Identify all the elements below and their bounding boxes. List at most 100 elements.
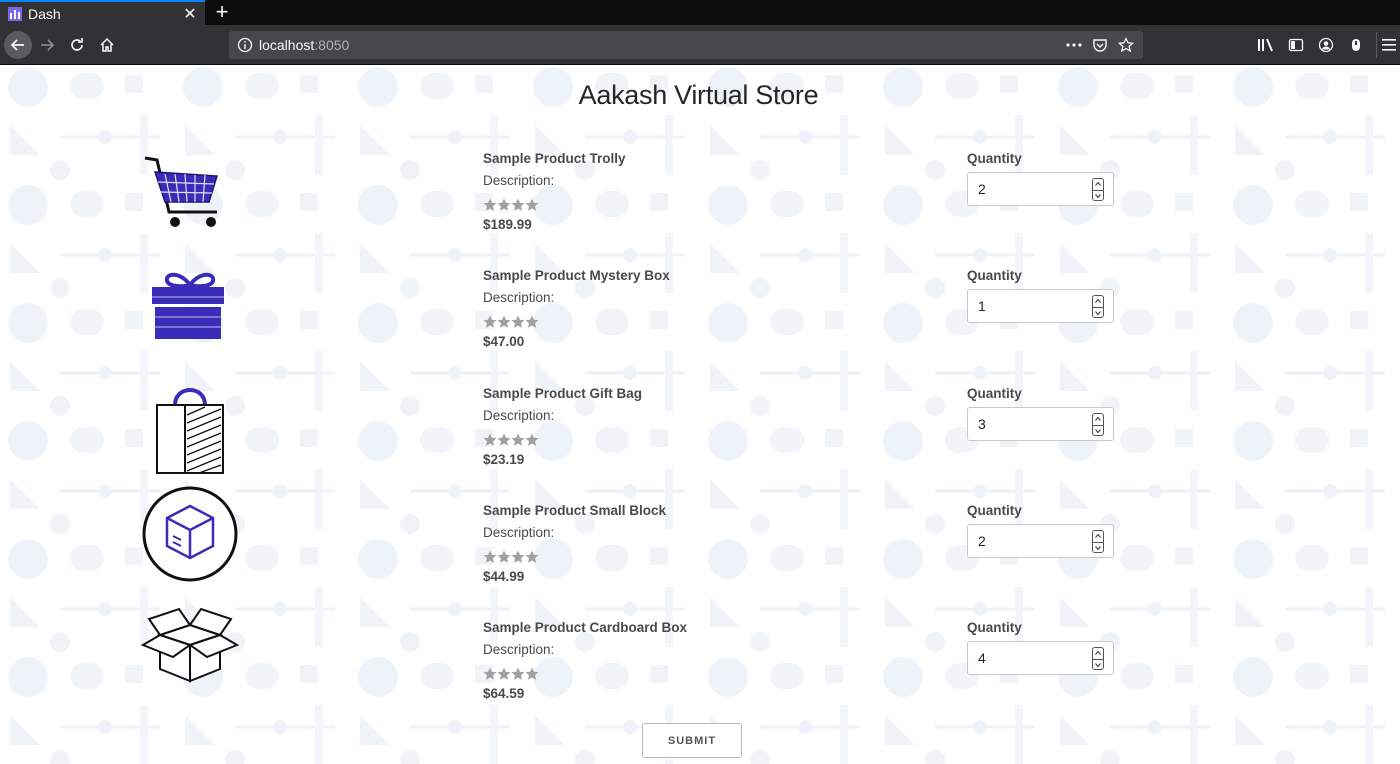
product-info: Sample Product Mystery Box Description: … <box>483 267 883 351</box>
store-page: Aakash Virtual Store Sample Product Trol… <box>0 65 1400 764</box>
cube-circle-icon <box>142 486 238 582</box>
quantity-value: 3 <box>978 416 986 432</box>
tab-title: Dash <box>28 5 61 22</box>
quantity-label: Quantity <box>967 386 1022 401</box>
reload-button[interactable] <box>64 32 90 58</box>
close-tab-icon[interactable]: ✕ <box>179 4 201 24</box>
store-title: Aakash Virtual Store <box>578 80 819 110</box>
product-rating <box>483 429 883 451</box>
url-port: :8050 <box>314 37 350 53</box>
quantity-stepper[interactable] <box>1092 413 1104 436</box>
star-icon <box>525 433 539 446</box>
product-info: Sample Product Small Block Description: … <box>483 502 883 586</box>
product-row: Sample Product Mystery Box Description: … <box>0 267 1400 384</box>
dash-favicon-icon <box>8 6 22 21</box>
quantity-label: Quantity <box>967 268 1022 283</box>
menu-icon <box>1382 39 1396 51</box>
browser-tab[interactable]: Dash ✕ <box>0 0 205 25</box>
star-icon <box>525 315 539 328</box>
quantity-input[interactable]: 4 <box>967 641 1114 675</box>
browser-tab-strip: Dash ✕ + <box>0 0 1400 25</box>
star-icon <box>511 315 525 328</box>
increment-icon[interactable] <box>1093 179 1103 189</box>
quantity-value: 2 <box>978 181 986 197</box>
quantity-input[interactable]: 1 <box>967 289 1114 323</box>
url-host: localhost <box>259 37 315 53</box>
more-icon[interactable] <box>1063 35 1085 55</box>
product-price: $44.99 <box>483 569 525 584</box>
bookmark-star-icon[interactable] <box>1115 35 1137 55</box>
increment-icon[interactable] <box>1093 296 1103 306</box>
star-icon <box>525 550 539 563</box>
quantity-block: Quantity 4 <box>967 619 1114 675</box>
quantity-value: 1 <box>978 298 986 314</box>
decrement-icon[interactable] <box>1093 542 1103 553</box>
product-price: $47.00 <box>483 334 525 349</box>
star-icon <box>483 550 497 563</box>
product-row: Sample Product Trolly Description: $189.… <box>0 150 1400 267</box>
product-price: $64.59 <box>483 686 525 701</box>
quantity-block: Quantity 2 <box>967 502 1114 558</box>
increment-icon[interactable] <box>1093 414 1103 424</box>
quantity-value: 2 <box>978 533 986 549</box>
url-actions <box>1063 35 1137 55</box>
decrement-icon[interactable] <box>1093 425 1103 436</box>
product-rating <box>483 311 883 333</box>
back-button[interactable] <box>4 31 32 59</box>
sidebar-icon[interactable] <box>1284 32 1308 58</box>
star-icon <box>511 667 525 680</box>
browser-navbar: localhost:8050 <box>0 25 1400 65</box>
quantity-label: Quantity <box>967 620 1022 635</box>
star-icon <box>483 433 497 446</box>
open-box-icon <box>140 607 240 683</box>
reload-icon <box>71 38 83 51</box>
increment-icon[interactable] <box>1093 531 1103 541</box>
product-name: Sample Product Mystery Box <box>483 268 670 283</box>
product-description: Description: <box>483 290 555 305</box>
product-row: Sample Product Cardboard Box Description… <box>0 607 1400 736</box>
increment-icon[interactable] <box>1093 648 1103 658</box>
quantity-stepper[interactable] <box>1092 647 1104 670</box>
forward-button[interactable] <box>34 32 60 58</box>
star-icon <box>497 433 511 446</box>
quantity-stepper[interactable] <box>1092 178 1104 201</box>
product-name: Sample Product Cardboard Box <box>483 620 688 635</box>
gift-box-icon <box>152 272 224 339</box>
quantity-block: Quantity 1 <box>967 267 1114 323</box>
quantity-input[interactable]: 2 <box>967 172 1114 206</box>
product-description: Description: <box>483 173 555 188</box>
library-icon[interactable] <box>1254 32 1278 58</box>
quantity-input[interactable]: 3 <box>967 407 1114 441</box>
menu-button[interactable] <box>1376 32 1400 58</box>
extension-icon[interactable] <box>1344 32 1368 58</box>
submit-button[interactable]: SUBMIT <box>642 723 742 758</box>
info-icon[interactable] <box>237 37 253 53</box>
product-rating <box>483 546 883 568</box>
url-bar[interactable]: localhost:8050 <box>229 31 1143 59</box>
account-icon[interactable] <box>1314 32 1338 58</box>
star-icon <box>525 667 539 680</box>
forward-icon <box>41 39 55 51</box>
decrement-icon[interactable] <box>1093 659 1103 670</box>
home-button[interactable] <box>94 32 120 58</box>
shopping-cart-icon <box>144 156 218 227</box>
product-description: Description: <box>483 642 555 657</box>
new-tab-button[interactable]: + <box>210 0 234 25</box>
quantity-input[interactable]: 2 <box>967 524 1114 558</box>
decrement-icon[interactable] <box>1093 307 1103 318</box>
quantity-label: Quantity <box>967 151 1022 166</box>
product-name: Sample Product Trolly <box>483 151 626 166</box>
star-icon <box>511 198 525 211</box>
product-rating <box>483 194 883 216</box>
quantity-block: Quantity 3 <box>967 385 1114 441</box>
product-price: $189.99 <box>483 217 532 232</box>
quantity-stepper[interactable] <box>1092 530 1104 553</box>
back-icon <box>10 39 24 51</box>
decrement-icon[interactable] <box>1093 190 1103 201</box>
product-description: Description: <box>483 525 555 540</box>
star-icon <box>525 198 539 211</box>
quantity-stepper[interactable] <box>1092 295 1104 318</box>
pocket-icon[interactable] <box>1089 35 1111 55</box>
toolbar-right <box>1254 32 1368 58</box>
star-icon <box>497 315 511 328</box>
